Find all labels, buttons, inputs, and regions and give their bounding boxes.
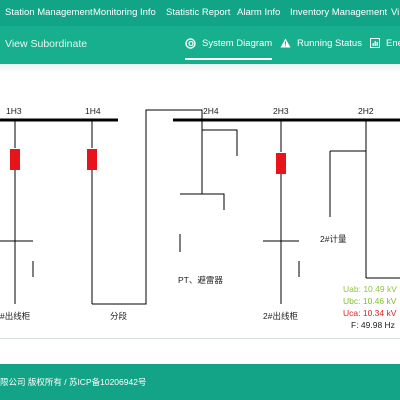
tab-running-status-label: Running Status — [297, 38, 362, 49]
bus-label-2h4: 2H4 — [203, 106, 219, 116]
feeder-1h3 — [0, 120, 34, 304]
sub-navigation-bar: View Subordinate System Diagram Running … — [0, 26, 400, 64]
nav-monitoring-info[interactable]: Monitoring Info — [93, 0, 156, 26]
bus-label-1h4: 1H4 — [85, 106, 101, 116]
feeder-2h3 — [263, 120, 300, 304]
feeder-label-bus-section: 分段 — [110, 311, 128, 321]
measurement-frequency: F: 49.98 Hz — [351, 320, 395, 330]
measurement-uab: Uab: 10.49 kV — [343, 284, 397, 294]
measurement-ubc-value: Ubc: 10.46 kV — [343, 296, 397, 306]
nav-view-truncated[interactable]: Vi — [391, 0, 399, 26]
page-title: View Subordinate — [5, 38, 88, 50]
feeder-label-outgoing-2: 2#出线柜 — [263, 311, 298, 321]
one-line-diagram — [0, 109, 400, 305]
breaker-1h4[interactable] — [87, 149, 97, 170]
feeder-2h2 — [329, 120, 400, 279]
nav-inventory-management[interactable]: Inventory Management — [290, 0, 387, 26]
measurement-uab-value: Uab: 10.49 kV — [343, 284, 397, 294]
top-navigation-bar: Station Management Monitoring Info Stati… — [0, 0, 400, 26]
measurement-uca-value: Uca: 10.34 kV — [343, 308, 397, 318]
bar-chart-icon — [370, 38, 380, 49]
tab-system-diagram-label: System Diagram — [202, 38, 273, 49]
feeder-label-outgoing-1: #出线柜 — [0, 311, 31, 321]
tab-running-status[interactable]: Running Status — [280, 26, 362, 62]
measurement-uca: Uca: 10.34 kV — [343, 308, 396, 318]
system-diagram: 1H3 1H4 2H4 2H3 2H2 #出线柜 分段 PT、避雷器 2#出线柜… — [0, 72, 400, 340]
feeder-label-pt-arrester: PT、避雷器 — [178, 275, 223, 285]
bus-label-1h3: 1H3 — [6, 106, 22, 116]
content-divider — [0, 338, 400, 339]
warning-icon — [280, 38, 291, 48]
bus-label-2h2: 2H2 — [358, 106, 374, 116]
footer-copyright: 限公司 版权所有 / 苏ICP备10206942号 — [0, 377, 147, 387]
nav-station-management[interactable]: Station Management — [5, 0, 93, 26]
feeder-2h4 — [179, 120, 238, 252]
measurement-ubc: Ubc: 10.46 kV — [343, 296, 396, 306]
tab-energy[interactable]: Ene — [370, 26, 400, 62]
nav-statistic-report[interactable]: Statistic Report — [166, 0, 230, 26]
breaker-1h3[interactable] — [10, 149, 20, 170]
nav-alarm-info[interactable]: Alarm Info — [237, 0, 280, 26]
measurement-frequency-value: F: 49.98 Hz — [351, 320, 395, 330]
footer: 限公司 版权所有 / 苏ICP备10206942号 — [0, 364, 400, 400]
tab-system-diagram[interactable]: System Diagram — [185, 26, 273, 60]
spiral-icon — [185, 38, 196, 49]
bus-label-2h3: 2H3 — [273, 106, 289, 116]
breaker-2h3[interactable] — [276, 153, 286, 174]
feeder-label-metering: 2#计量 — [320, 234, 347, 244]
tab-energy-label: Ene — [386, 38, 400, 49]
